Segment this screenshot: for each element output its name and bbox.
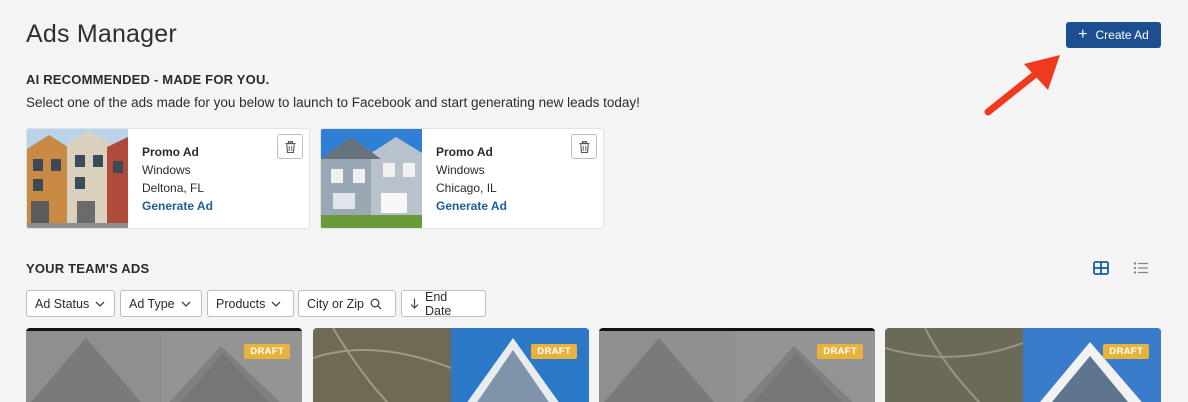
promo-title: Promo Ad (142, 145, 199, 159)
generate-ad-link[interactable]: Generate Ad (142, 197, 213, 215)
ad-status-label: Ad Status (35, 296, 90, 311)
team-ad-card[interactable]: DRAFT (313, 328, 589, 402)
generate-ad-link[interactable]: Generate Ad (436, 197, 507, 215)
grid-view-icon[interactable] (1093, 261, 1109, 275)
ad-type-label: Ad Type (129, 296, 175, 311)
status-badge: DRAFT (1103, 344, 1149, 359)
team-ad-card[interactable]: DRAFT (599, 328, 875, 402)
promo-title: Promo Ad (436, 145, 493, 159)
ad-preview-image (313, 328, 589, 402)
list-view-icon[interactable] (1133, 261, 1149, 275)
promo-card: Promo Ad Windows Deltona, FL Generate Ad (26, 128, 310, 229)
search-icon (370, 298, 382, 309)
ai-recommended-subtext: Select one of the ads made for you below… (26, 95, 640, 110)
ad-preview-image (26, 328, 302, 402)
end-date-label: End Date (424, 289, 452, 318)
team-ads-heading: YOUR TEAM'S ADS (26, 261, 150, 276)
delete-promo-button[interactable] (571, 134, 597, 159)
create-ad-label: Create Ad (1095, 28, 1149, 42)
trash-icon (579, 140, 589, 153)
ad-type-filter[interactable]: Ad Type (120, 290, 202, 317)
ad-card-topbar (599, 328, 875, 331)
plus-icon: + (1078, 26, 1088, 43)
page-title: Ads Manager (26, 20, 177, 48)
create-ad-button[interactable]: + Create Ad (1066, 22, 1161, 48)
delete-promo-button[interactable] (277, 134, 303, 159)
arrow-down-icon (410, 298, 419, 309)
promo-thumbnail (27, 129, 128, 228)
end-date-sort[interactable]: End Date (401, 289, 486, 318)
products-filter[interactable]: Products (207, 290, 294, 317)
status-badge: DRAFT (817, 344, 863, 359)
city-zip-placeholder: City or Zip (307, 296, 364, 311)
ai-recommended-heading: AI RECOMMENDED - MADE FOR YOU. (26, 72, 270, 87)
team-ad-card[interactable]: DRAFT (885, 328, 1161, 402)
ad-status-filter[interactable]: Ad Status (26, 290, 115, 317)
products-label: Products (216, 296, 266, 311)
chevron-down-icon (271, 301, 281, 307)
annotation-arrow-icon (984, 55, 1060, 116)
status-badge: DRAFT (531, 344, 577, 359)
chevron-down-icon (95, 301, 105, 307)
team-ad-card[interactable]: DRAFT (26, 328, 302, 402)
status-badge: DRAFT (244, 344, 290, 359)
promo-thumbnail (321, 129, 422, 228)
promo-location: Chicago, IL (436, 181, 497, 195)
promo-product: Windows (436, 163, 485, 177)
ad-card-topbar (26, 328, 302, 331)
ad-preview-image (599, 328, 875, 402)
promo-product: Windows (142, 163, 191, 177)
chevron-down-icon (181, 301, 191, 307)
city-zip-search[interactable]: City or Zip (298, 290, 396, 317)
promo-location: Deltona, FL (142, 181, 205, 195)
promo-card: Promo Ad Windows Chicago, IL Generate Ad (320, 128, 604, 229)
trash-icon (285, 140, 295, 153)
ad-preview-image (885, 328, 1161, 402)
